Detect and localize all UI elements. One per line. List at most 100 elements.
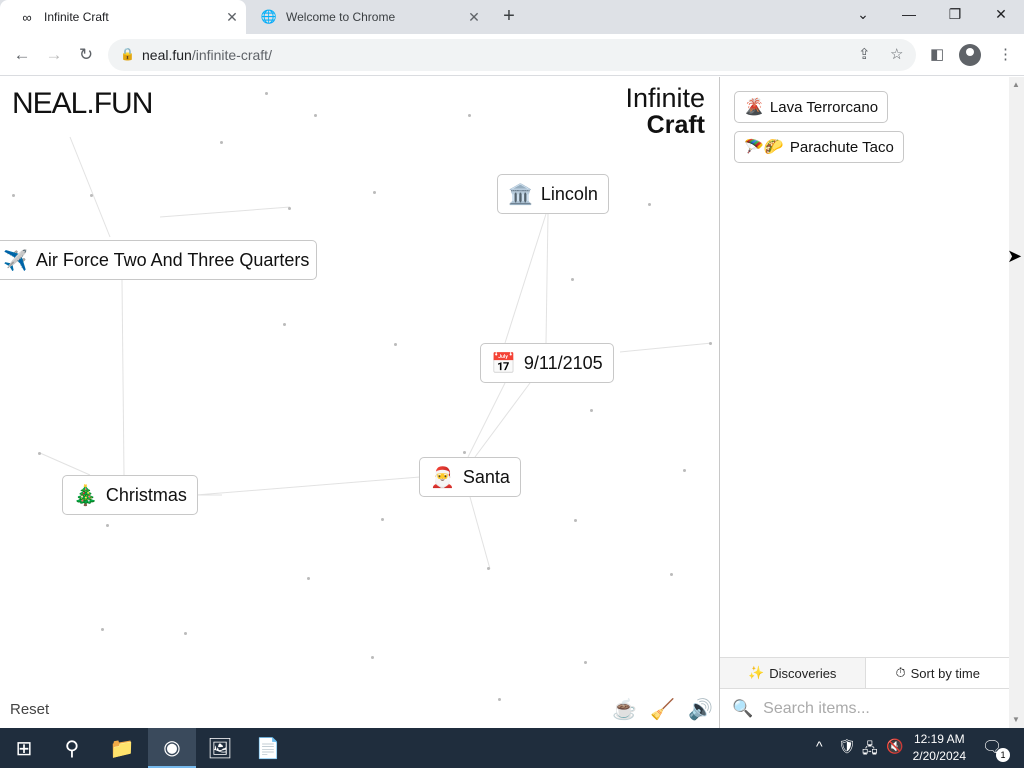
profile-avatar[interactable]	[959, 44, 981, 66]
particle-dot	[394, 343, 397, 346]
tab-sort-by-time[interactable]: ⏱ Sort by time	[866, 658, 1011, 688]
sidebar-item-parachute-taco[interactable]: 🪂🌮 Parachute Taco	[734, 131, 904, 163]
tab-discoveries[interactable]: ✨ Discoveries	[720, 658, 866, 688]
particle-dot	[468, 114, 471, 117]
particle-dot	[371, 656, 374, 659]
file-explorer-icon[interactable]: 📁	[98, 728, 146, 768]
reload-button[interactable]: ↻	[73, 42, 99, 68]
chrome-icon[interactable]: ◉	[148, 728, 196, 768]
logo-line-1: Infinite	[625, 83, 705, 113]
search-icon: 🔍	[732, 699, 754, 718]
windows-taskbar: ⊞ ⚲ 📁 ◉ 🖼 📄 ^ 🛡 🖧 🔇 12:19 AM 2/20/2024 🗨…	[0, 728, 1024, 768]
particle-dot	[381, 518, 384, 521]
app-notepad-icon[interactable]: 📄	[244, 728, 292, 768]
particle-dot	[184, 632, 187, 635]
scroll-down-icon[interactable]: ▼	[1012, 715, 1020, 724]
tab-search-chevron-icon[interactable]: ⌄	[840, 0, 886, 30]
particle-dot	[590, 409, 593, 412]
tab-welcome-to-chrome[interactable]: 🌐 Welcome to Chrome ✕	[248, 0, 488, 34]
particle-dot	[314, 114, 317, 117]
lincoln-icon: 🏛️	[508, 183, 533, 206]
scroll-up-icon[interactable]: ▲	[1012, 80, 1020, 89]
coffee-cup-icon[interactable]: ☕	[612, 697, 637, 722]
close-tab-icon[interactable]: ✕	[218, 9, 246, 26]
url-text: neal.fun/infinite-craft/	[142, 47, 272, 63]
browser-toolbar: ← → ↻ 🔒 neal.fun/infinite-craft/ ⇪ ☆ ◧ ⋮	[0, 34, 1024, 76]
tab-strip: ∞ Infinite Craft ✕ 🌐 Welcome to Chrome ✕…	[0, 0, 1024, 34]
craft-canvas[interactable]: NEAL.FUN Infinite Craft 🏛️ Lincoln ✈️ Ai…	[0, 77, 719, 728]
speaker-icon[interactable]: 🔊	[688, 697, 713, 722]
particle-dot	[648, 203, 651, 206]
clock-date: 2/20/2024	[912, 749, 966, 763]
sidebar-item-label: Parachute Taco	[789, 138, 894, 156]
craft-item-lincoln[interactable]: 🏛️ Lincoln	[497, 174, 609, 214]
items-sidebar: 🌋 Lava Terrorcano 🪂🌮 Parachute Taco ✨ Di…	[719, 77, 1011, 728]
clock-time: 12:19 AM	[913, 732, 965, 746]
particle-dot	[463, 451, 466, 454]
tab-title: Welcome to Chrome	[286, 10, 396, 24]
craft-item-christmas[interactable]: 🎄 Christmas	[62, 475, 198, 515]
tab-label: Discoveries	[769, 665, 837, 681]
new-tab-button[interactable]: +	[497, 5, 521, 29]
address-bar[interactable]: 🔒 neal.fun/infinite-craft/ ⇪ ☆	[108, 39, 916, 71]
close-window-button[interactable]: ✕	[978, 0, 1024, 30]
search-bar: 🔍	[720, 690, 1010, 728]
sparkle-icon: ✨	[748, 665, 765, 680]
particle-dot	[683, 469, 686, 472]
bookmark-star-icon[interactable]: ☆	[890, 45, 903, 63]
particle-dot	[106, 524, 109, 527]
reset-button[interactable]: Reset	[10, 701, 49, 718]
sidebar-item-lava-terrorcano[interactable]: 🌋 Lava Terrorcano	[734, 91, 889, 123]
sidebar-scrollbar[interactable]: ▲ ▼	[1009, 77, 1024, 728]
airplane-icon: ✈️	[3, 249, 28, 272]
craft-item-date[interactable]: 📅 9/11/2105	[480, 343, 614, 383]
windows-start-icon[interactable]: ⊞	[0, 728, 48, 768]
particle-dot	[101, 628, 104, 631]
particle-dot	[670, 573, 673, 576]
particle-dot	[574, 519, 577, 522]
search-icon[interactable]: ⚲	[48, 728, 96, 768]
restore-button[interactable]: ❐	[932, 0, 978, 30]
particle-dot	[265, 92, 268, 95]
volume-muted-icon[interactable]: 🔇	[886, 738, 903, 755]
side-panel-icon[interactable]: ◧	[930, 45, 944, 63]
tab-infinite-craft[interactable]: ∞ Infinite Craft ✕	[0, 0, 246, 34]
item-label: Santa	[462, 466, 510, 487]
particle-dot	[90, 194, 93, 197]
christmas-tree-icon: 🎄	[73, 484, 98, 507]
particle-dot	[307, 577, 310, 580]
chevron-up-icon[interactable]: ^	[816, 738, 823, 754]
app-window-icon[interactable]: 🖼	[196, 728, 244, 768]
particle-dot	[571, 278, 574, 281]
share-icon[interactable]: ⇪	[858, 45, 871, 63]
item-label: 9/11/2105	[523, 352, 603, 373]
sidebar-item-label: Lava Terrorcano	[769, 98, 879, 116]
neal-fun-logo[interactable]: NEAL.FUN	[12, 87, 153, 121]
particle-dot	[487, 567, 490, 570]
broom-icon[interactable]: 🧹	[650, 697, 675, 722]
particle-dot	[709, 342, 712, 345]
particle-dot	[373, 191, 376, 194]
item-label: Christmas	[105, 484, 187, 505]
logo-line-2: Craft	[646, 111, 705, 139]
minimize-button[interactable]: —	[886, 0, 932, 30]
lock-icon[interactable]: 🔒	[120, 47, 135, 61]
search-input[interactable]	[763, 700, 994, 718]
particle-dot	[220, 141, 223, 144]
close-tab-icon[interactable]: ✕	[460, 9, 488, 26]
craft-item-santa[interactable]: 🎅 Santa	[419, 457, 521, 497]
chrome-menu-icon[interactable]: ⋮	[998, 45, 1013, 63]
volcano-icon: 🌋	[744, 99, 764, 116]
network-icon[interactable]: 🖧	[862, 738, 878, 762]
infinity-icon: ∞	[22, 9, 32, 25]
forward-button[interactable]: →	[41, 42, 67, 68]
particle-dot	[38, 452, 41, 455]
craft-item-air-force[interactable]: ✈️ Air Force Two And Three Quarters	[0, 240, 317, 280]
system-clock[interactable]: 12:19 AM 2/20/2024	[913, 731, 966, 765]
security-icon[interactable]: 🛡	[838, 738, 856, 755]
back-button[interactable]: ←	[9, 42, 35, 68]
infinite-craft-logo: Infinite Craft	[625, 85, 705, 139]
calendar-icon: 📅	[491, 352, 516, 375]
item-label: Air Force Two And Three Quarters	[35, 249, 310, 270]
particle-dot	[12, 194, 15, 197]
